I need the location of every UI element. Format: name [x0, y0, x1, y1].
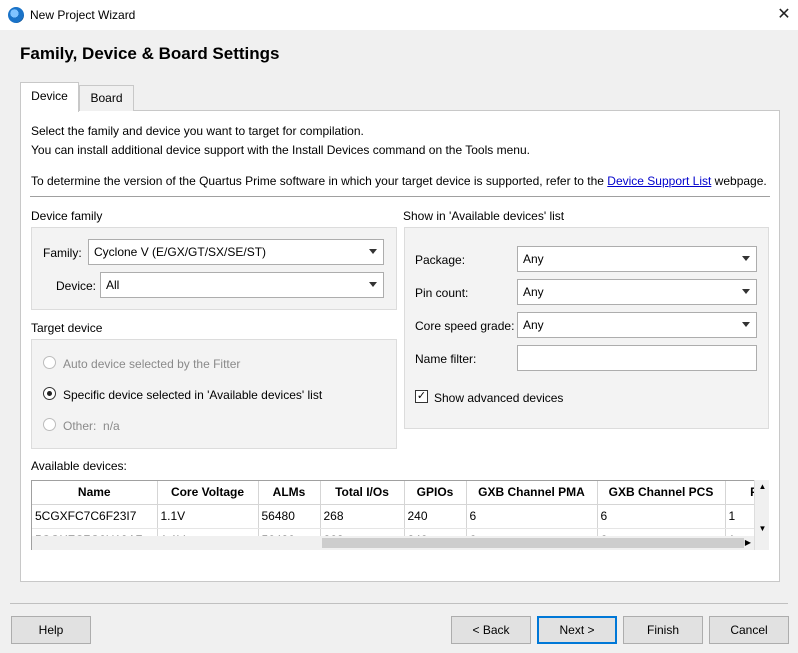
family-select[interactable]: Cyclone V (E/GX/GT/SX/SE/ST): [88, 239, 384, 265]
table-cell: 5CGXFC7C6F23I7: [32, 504, 158, 529]
family-label: Family:: [43, 246, 82, 260]
pin-count-label: Pin count:: [415, 286, 469, 300]
table-cell: 6: [466, 504, 598, 529]
radio-auto-device[interactable]: [43, 356, 56, 369]
finish-button[interactable]: Finish: [623, 616, 703, 644]
divider: [30, 196, 770, 197]
column-header[interactable]: Name: [32, 481, 158, 505]
scroll-right-icon[interactable]: ▶: [742, 536, 754, 550]
horizontal-scrollbar[interactable]: ▶: [32, 536, 754, 550]
info-text-3-prefix: To determine the version of the Quartus …: [31, 174, 608, 188]
back-button[interactable]: < Back: [451, 616, 531, 644]
table-cell: 1.1V: [157, 504, 259, 529]
table-cell: 56480: [258, 504, 321, 529]
speed-grade-select-value: Any: [523, 318, 544, 332]
cancel-button[interactable]: Cancel: [709, 616, 789, 644]
chevron-down-icon: [742, 322, 750, 327]
radio-other-label-text: Other:: [63, 419, 97, 433]
column-header[interactable]: GPIOs: [404, 481, 467, 505]
column-header[interactable]: Total I/Os: [320, 481, 405, 505]
radio-specific-device[interactable]: [43, 387, 56, 400]
device-support-list-link[interactable]: Device Support List: [607, 174, 711, 188]
column-header[interactable]: GXB Channel PMA: [466, 481, 598, 505]
info-text-1: Select the family and device you want to…: [31, 124, 364, 138]
scroll-down-icon[interactable]: ▼: [755, 522, 770, 536]
device-select-value: All: [106, 278, 120, 292]
horizontal-scroll-thumb[interactable]: [322, 538, 744, 548]
show-advanced-checkbox[interactable]: ✓: [415, 390, 428, 403]
name-filter-input[interactable]: [517, 345, 757, 371]
device-label: Device:: [56, 279, 97, 293]
info-text-2: You can install additional device suppor…: [31, 143, 530, 157]
close-icon[interactable]: ✕: [772, 4, 796, 26]
name-filter-label: Name filter:: [415, 352, 477, 366]
next-button[interactable]: Next >: [537, 616, 617, 644]
chevron-down-icon: [742, 289, 750, 294]
package-select[interactable]: Any: [517, 246, 757, 272]
speed-grade-select[interactable]: Any: [517, 312, 757, 338]
radio-auto-device-label: Auto device selected by the Fitter: [63, 357, 241, 371]
window-title: New Project Wizard: [30, 8, 136, 22]
scroll-up-icon[interactable]: ▲: [755, 480, 770, 494]
package-label: Package:: [415, 253, 466, 267]
device-select[interactable]: All: [100, 272, 384, 298]
pin-count-select-value: Any: [523, 285, 544, 299]
radio-other-value: n/a: [103, 419, 120, 433]
column-header[interactable]: Core Voltage: [157, 481, 259, 505]
table-cell: 240: [404, 504, 467, 529]
radio-other-device-label: Other: n/a: [63, 419, 120, 433]
help-button[interactable]: Help: [11, 616, 91, 644]
column-header[interactable]: ALMs: [258, 481, 321, 505]
table-cell: 6: [597, 504, 726, 529]
footer-divider: [10, 603, 788, 604]
column-header[interactable]: GXB Channel PCS: [597, 481, 726, 505]
info-text-3: To determine the version of the Quartus …: [31, 174, 767, 188]
app-logo-icon: [8, 7, 24, 23]
target-device-group-label: Target device: [31, 321, 103, 335]
info-text-3-suffix: webpage.: [711, 174, 767, 188]
table-cell: 268: [320, 504, 405, 529]
table-row[interactable]: 5CGXFC7C6F23I7 1.1V 56480 268 240 6 6 1: [32, 504, 768, 529]
show-list-group-label: Show in 'Available devices' list: [403, 209, 565, 223]
chevron-down-icon: [742, 256, 750, 261]
device-family-group-label: Device family: [31, 209, 103, 223]
radio-other-device[interactable]: [43, 418, 56, 431]
tab-device[interactable]: Device: [20, 82, 79, 112]
radio-specific-device-label: Specific device selected in 'Available d…: [63, 388, 323, 402]
table-header-row: Name Core Voltage ALMs Total I/Os GPIOs …: [32, 481, 768, 505]
show-advanced-label: Show advanced devices: [434, 391, 564, 405]
tab-board[interactable]: Board: [79, 85, 134, 111]
pin-count-select[interactable]: Any: [517, 279, 757, 305]
page-title: Family, Device & Board Settings: [20, 44, 280, 63]
available-devices-label: Available devices:: [31, 459, 127, 473]
family-select-value: Cyclone V (E/GX/GT/SX/SE/ST): [94, 245, 267, 259]
chevron-down-icon: [369, 282, 377, 287]
chevron-down-icon: [369, 249, 377, 254]
vertical-scrollbar[interactable]: ▲ ▼: [754, 480, 769, 550]
speed-grade-label: Core speed grade:: [415, 319, 515, 333]
package-select-value: Any: [523, 252, 544, 266]
